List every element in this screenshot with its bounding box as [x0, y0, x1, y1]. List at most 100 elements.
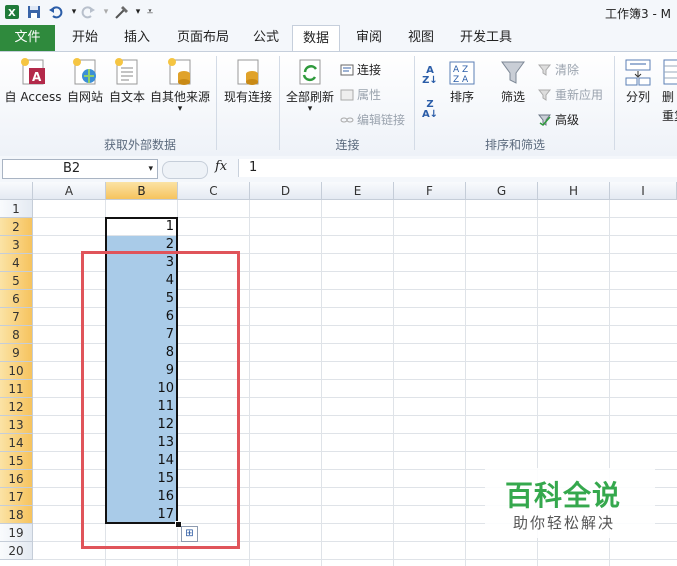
chevron-down-icon: ▾ — [177, 104, 183, 114]
row-header[interactable]: 5 — [0, 272, 33, 290]
tab-page-layout[interactable]: 页面布局 — [167, 25, 239, 51]
svg-text:X: X — [8, 8, 16, 19]
properties-icon — [340, 89, 354, 101]
tab-file[interactable]: 文件 — [0, 25, 55, 51]
gridline — [33, 559, 677, 560]
row-header[interactable]: 19 — [0, 524, 33, 542]
other-sources-icon — [166, 56, 194, 86]
from-access-button[interactable]: A 自 Access — [4, 56, 62, 105]
tab-formulas[interactable]: 公式 — [243, 25, 289, 51]
tab-developer[interactable]: 开发工具 — [450, 25, 522, 51]
col-header-e[interactable]: E — [322, 182, 394, 200]
col-header-a[interactable]: A — [33, 182, 106, 200]
tab-data[interactable]: 数据 — [292, 25, 341, 52]
redo-icon[interactable] — [80, 4, 96, 20]
col-header-c[interactable]: C — [178, 182, 250, 200]
row-header[interactable]: 4 — [0, 254, 33, 272]
row-header[interactable]: 7 — [0, 308, 33, 326]
row-header[interactable]: 18 — [0, 506, 33, 524]
col-header-d[interactable]: D — [250, 182, 322, 200]
group-label-sort-filter: 排序和筛选 — [484, 138, 545, 152]
col-header-g[interactable]: G — [466, 182, 538, 200]
select-all-corner[interactable] — [0, 182, 33, 200]
reapply-icon — [537, 89, 552, 101]
gridline — [321, 200, 322, 566]
name-box[interactable]: B2 ▾ — [2, 159, 158, 179]
row-header[interactable]: 17 — [0, 488, 33, 506]
svg-text:A Z: A Z — [453, 65, 468, 75]
existing-connections-icon — [234, 56, 262, 86]
insert-function-icon[interactable]: fx — [215, 159, 227, 174]
ribbon: A 自 Access 自网站 自文本 自其他来源 ▾ 现有连接 获取外部数据 全… — [0, 51, 677, 157]
col-header-h[interactable]: H — [538, 182, 610, 200]
from-web-button[interactable]: 自网站 — [64, 56, 106, 105]
formula-input[interactable]: 1 — [238, 159, 677, 177]
watermark: 百科全说 助你轻松解决 — [485, 468, 655, 538]
watermark-subtitle: 助你轻松解决 — [513, 514, 616, 532]
row-header[interactable]: 13 — [0, 416, 33, 434]
remove-duplicates-button[interactable]: 删 重复 — [662, 56, 677, 124]
col-header-f[interactable]: F — [394, 182, 466, 200]
clear-filter-icon — [537, 64, 552, 76]
row-header[interactable]: 3 — [0, 236, 33, 254]
annotation-highlight-box — [81, 251, 240, 549]
refresh-all-button[interactable]: 全部刷新 ▾ — [284, 56, 336, 114]
clear-filter-button[interactable]: 清除 — [537, 61, 579, 78]
sort-icon: A ZZ A — [448, 56, 476, 86]
row-header[interactable]: 20 — [0, 542, 33, 560]
from-other-sources-button[interactable]: 自其他来源 ▾ — [149, 56, 211, 114]
group-label-connections: 连接 — [335, 138, 360, 152]
row-header[interactable]: 15 — [0, 452, 33, 470]
ribbon-tabs: 文件 开始 插入 页面布局 公式 数据 审阅 视图 开发工具 — [0, 24, 677, 52]
col-header-b[interactable]: B — [106, 182, 178, 200]
row-header[interactable]: 8 — [0, 326, 33, 344]
tab-view[interactable]: 视图 — [398, 25, 444, 51]
redo-dropdown-icon[interactable]: ▾ — [98, 4, 114, 20]
sort-ascending-icon: A Z↓ — [422, 65, 438, 86]
row-header[interactable]: 11 — [0, 380, 33, 398]
filter-button[interactable]: 筛选 — [495, 56, 531, 105]
window-title: 工作簿3 - M — [605, 7, 671, 21]
advanced-filter-button[interactable]: 高级 — [537, 111, 579, 128]
save-icon[interactable] — [26, 4, 42, 20]
from-text-button[interactable]: 自文本 — [106, 56, 148, 105]
tab-insert[interactable]: 插入 — [114, 25, 160, 51]
link-icon — [340, 114, 354, 126]
sort-ascending-button[interactable]: A Z↓ — [419, 66, 441, 86]
undo-icon[interactable] — [48, 4, 64, 20]
reapply-filter-button[interactable]: 重新应用 — [537, 86, 603, 103]
sort-button[interactable]: A ZZ A 排序 — [444, 56, 480, 105]
row-header[interactable]: 2 — [0, 218, 33, 236]
edit-links-button[interactable]: 编辑链接 — [340, 111, 405, 128]
text-file-icon — [113, 56, 141, 86]
tools-icon[interactable] — [114, 4, 130, 20]
filter-funnel-icon — [499, 56, 527, 86]
col-header-i[interactable]: I — [610, 182, 677, 200]
tab-review[interactable]: 审阅 — [346, 25, 392, 51]
properties-button[interactable]: 属性 — [340, 86, 381, 103]
row-header[interactable]: 9 — [0, 344, 33, 362]
row-header[interactable]: 12 — [0, 398, 33, 416]
access-icon: A — [19, 56, 47, 86]
customize-icon[interactable]: ⩡ — [142, 4, 158, 20]
row-header[interactable]: 10 — [0, 362, 33, 380]
remove-duplicates-icon — [662, 56, 677, 86]
chevron-down-icon: ▾ — [307, 104, 313, 114]
group-label-get-external-data: 获取外部数据 — [103, 138, 176, 152]
tab-home[interactable]: 开始 — [62, 25, 108, 51]
refresh-icon — [296, 56, 324, 86]
chevron-down-icon[interactable]: ▾ — [148, 160, 153, 178]
connections-button[interactable]: 连接 — [340, 61, 381, 78]
text-to-columns-button[interactable]: 分列 — [619, 56, 657, 105]
row-header[interactable]: 14 — [0, 434, 33, 452]
row-header[interactable]: 1 — [0, 200, 33, 218]
sort-descending-button[interactable]: Z A↓ — [419, 100, 441, 120]
group-divider — [614, 56, 615, 150]
gridline — [393, 200, 394, 566]
title-bar: X ▾ ▾ ▾ ⩡ 工作簿3 - M — [0, 0, 677, 25]
existing-connections-button[interactable]: 现有连接 — [222, 56, 274, 105]
row-header[interactable]: 6 — [0, 290, 33, 308]
row-header[interactable]: 16 — [0, 470, 33, 488]
text-to-columns-icon — [624, 56, 652, 86]
formula-resize-handle[interactable] — [162, 161, 208, 179]
